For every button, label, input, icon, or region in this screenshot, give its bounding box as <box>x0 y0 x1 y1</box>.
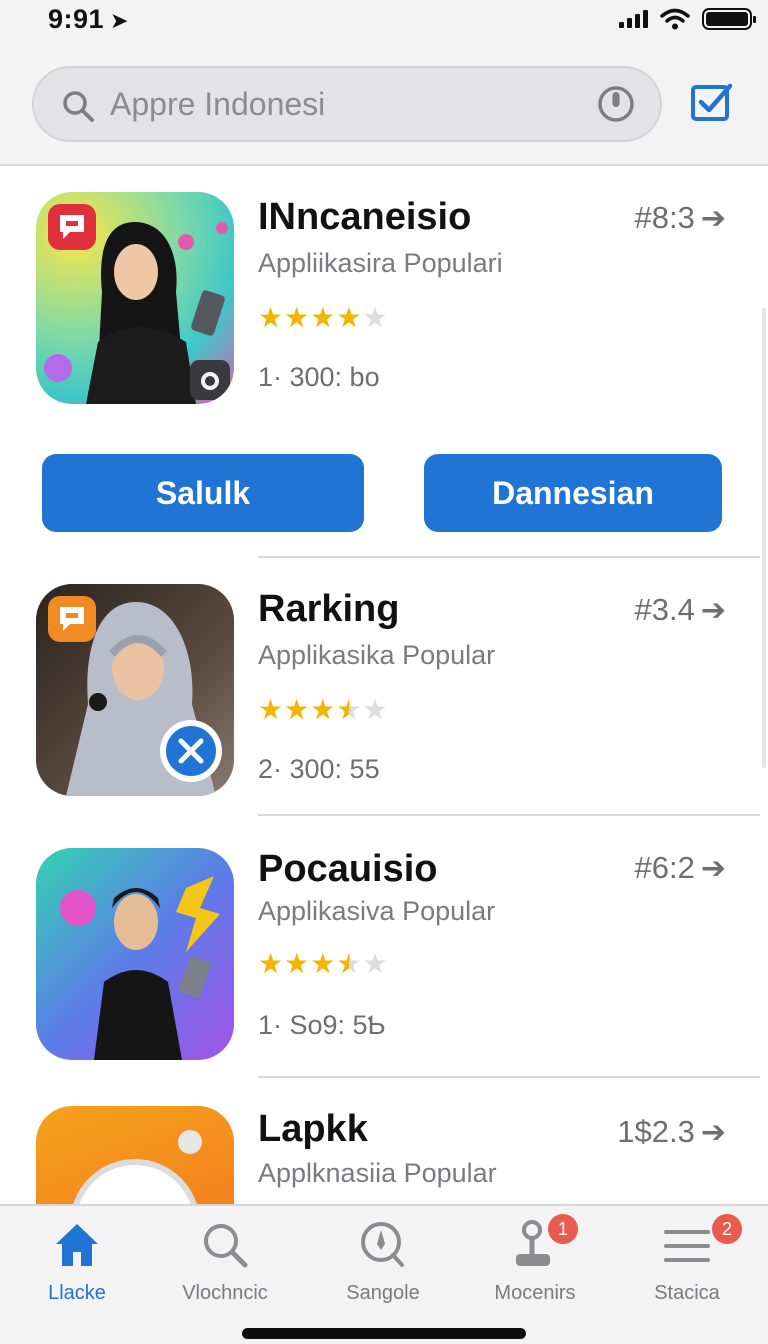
tab-home[interactable]: Llacke <box>2 1218 152 1318</box>
close-icon <box>160 720 222 782</box>
star-icon: ★ <box>284 302 310 333</box>
app-icon[interactable] <box>36 584 234 796</box>
app-rank[interactable]: #3.4 ➔ <box>635 592 726 628</box>
tab-label: Stacica <box>654 1282 720 1304</box>
star-rating: ★ ★ ★ ★ ★ <box>258 948 388 979</box>
app-icon[interactable] <box>36 1106 234 1204</box>
tab-games[interactable]: 1 Mocenirs <box>460 1214 610 1318</box>
star-icon: ★ <box>336 302 362 333</box>
wifi-icon <box>660 8 690 30</box>
checkbox-icon[interactable] <box>690 82 734 122</box>
star-icon: ★ <box>336 950 361 979</box>
tab-explore[interactable]: Sangole <box>308 1218 458 1318</box>
divider <box>258 556 760 558</box>
rank-value: #3.4 <box>634 592 695 627</box>
star-icon: ★ <box>310 948 336 979</box>
battery-icon <box>702 8 756 30</box>
home-icon <box>56 1224 98 1266</box>
divider <box>258 1076 760 1078</box>
compass-icon <box>361 1222 404 1267</box>
star-icon: ★ <box>284 694 310 725</box>
star-rating: ★ ★ ★ ★ ★ <box>258 304 388 332</box>
star-icon: ★ <box>258 302 284 333</box>
app-subtitle: Applknasiia Popular <box>258 1158 497 1188</box>
clock: 9:91 <box>48 4 105 34</box>
tab-label: Llacke <box>48 1282 106 1304</box>
app-subtitle: Appliikasira Populari <box>258 248 503 278</box>
app-name[interactable]: Rarking <box>258 588 399 631</box>
tab-menu[interactable]: 2 Stacica <box>612 1214 762 1318</box>
chevron-right-icon: ➔ <box>700 593 726 627</box>
camera-icon <box>190 360 230 400</box>
star-icon: ★ <box>362 694 388 725</box>
search-bar[interactable] <box>32 66 662 142</box>
rank-value: 1$2.3 <box>617 1114 695 1149</box>
app-subtitle: Applikasika Popular <box>258 640 496 670</box>
app-list[interactable]: INncaneisio #8:3 ➔ Appliikasira Populari … <box>0 168 768 1204</box>
app-icon-artwork <box>73 1130 202 1204</box>
star-icon: ★ <box>258 948 284 979</box>
star-icon: ★ <box>362 948 388 979</box>
chevron-right-icon: ➔ <box>700 851 726 885</box>
search-icon <box>204 1224 248 1268</box>
app-subtitle: Applikasiva Popular <box>258 896 496 926</box>
chat-icon <box>48 204 96 250</box>
app-rank[interactable]: 1$2.3 ➔ <box>617 1114 726 1150</box>
search-header <box>0 50 768 166</box>
chevron-right-icon: ➔ <box>700 1115 726 1149</box>
tab-label: Sangole <box>346 1282 420 1304</box>
app-meta: 1· So9: 5Ƅ <box>258 1010 386 1040</box>
star-icon: ★ <box>284 948 310 979</box>
chat-icon <box>48 596 96 642</box>
cellular-signal-icon <box>619 10 648 28</box>
app-meta: 2· 300: 55 <box>258 754 380 784</box>
app-name[interactable]: INncaneisio <box>258 196 471 239</box>
status-time: 9:91 ➤ <box>48 4 129 35</box>
home-indicator[interactable] <box>242 1328 526 1339</box>
star-icon: ★ <box>310 694 336 725</box>
app-rank[interactable]: #8:3 ➔ <box>635 200 726 236</box>
search-icon <box>63 91 94 122</box>
app-name[interactable]: Pocauisio <box>258 848 438 891</box>
star-rating: ★ ★ ★ ★ ★ <box>258 694 388 725</box>
star-icon: ★ <box>310 302 336 333</box>
location-icon: ➤ <box>110 8 129 33</box>
chevron-right-icon: ➔ <box>700 201 726 235</box>
tab-bar: Llacke Vlochncic Sangole 1 Mocenirs 2 St… <box>0 1204 768 1344</box>
tab-search[interactable]: Vlochncic <box>150 1218 300 1318</box>
star-icon: ★ <box>362 302 388 333</box>
notification-badge: 1 <box>548 1214 578 1244</box>
tab-label: Vlochncic <box>182 1282 268 1304</box>
rank-value: #8:3 <box>634 200 695 235</box>
notification-badge: 2 <box>712 1214 742 1244</box>
divider <box>258 814 760 816</box>
primary-action-button[interactable]: Salulk <box>42 454 364 532</box>
app-icon-artwork <box>60 876 220 1060</box>
status-indicators <box>619 8 756 30</box>
app-icon[interactable] <box>36 192 234 404</box>
search-input[interactable] <box>110 82 580 126</box>
tab-label: Mocenirs <box>494 1282 576 1304</box>
rank-value: #6:2 <box>634 850 695 885</box>
star-icon: ★ <box>258 694 284 725</box>
menu-icon <box>664 1230 710 1262</box>
voice-search-icon[interactable] <box>596 84 636 124</box>
app-rank[interactable]: #6:2 ➔ <box>635 850 726 886</box>
scrollbar[interactable] <box>762 308 766 768</box>
status-bar: 9:91 ➤ <box>0 0 768 50</box>
secondary-action-button[interactable]: Dannesian <box>424 454 722 532</box>
app-meta: 1· 300: bo <box>258 362 380 392</box>
app-name[interactable]: Lapkk <box>258 1108 368 1151</box>
app-icon[interactable] <box>36 848 234 1060</box>
star-icon: ★ <box>336 696 361 725</box>
